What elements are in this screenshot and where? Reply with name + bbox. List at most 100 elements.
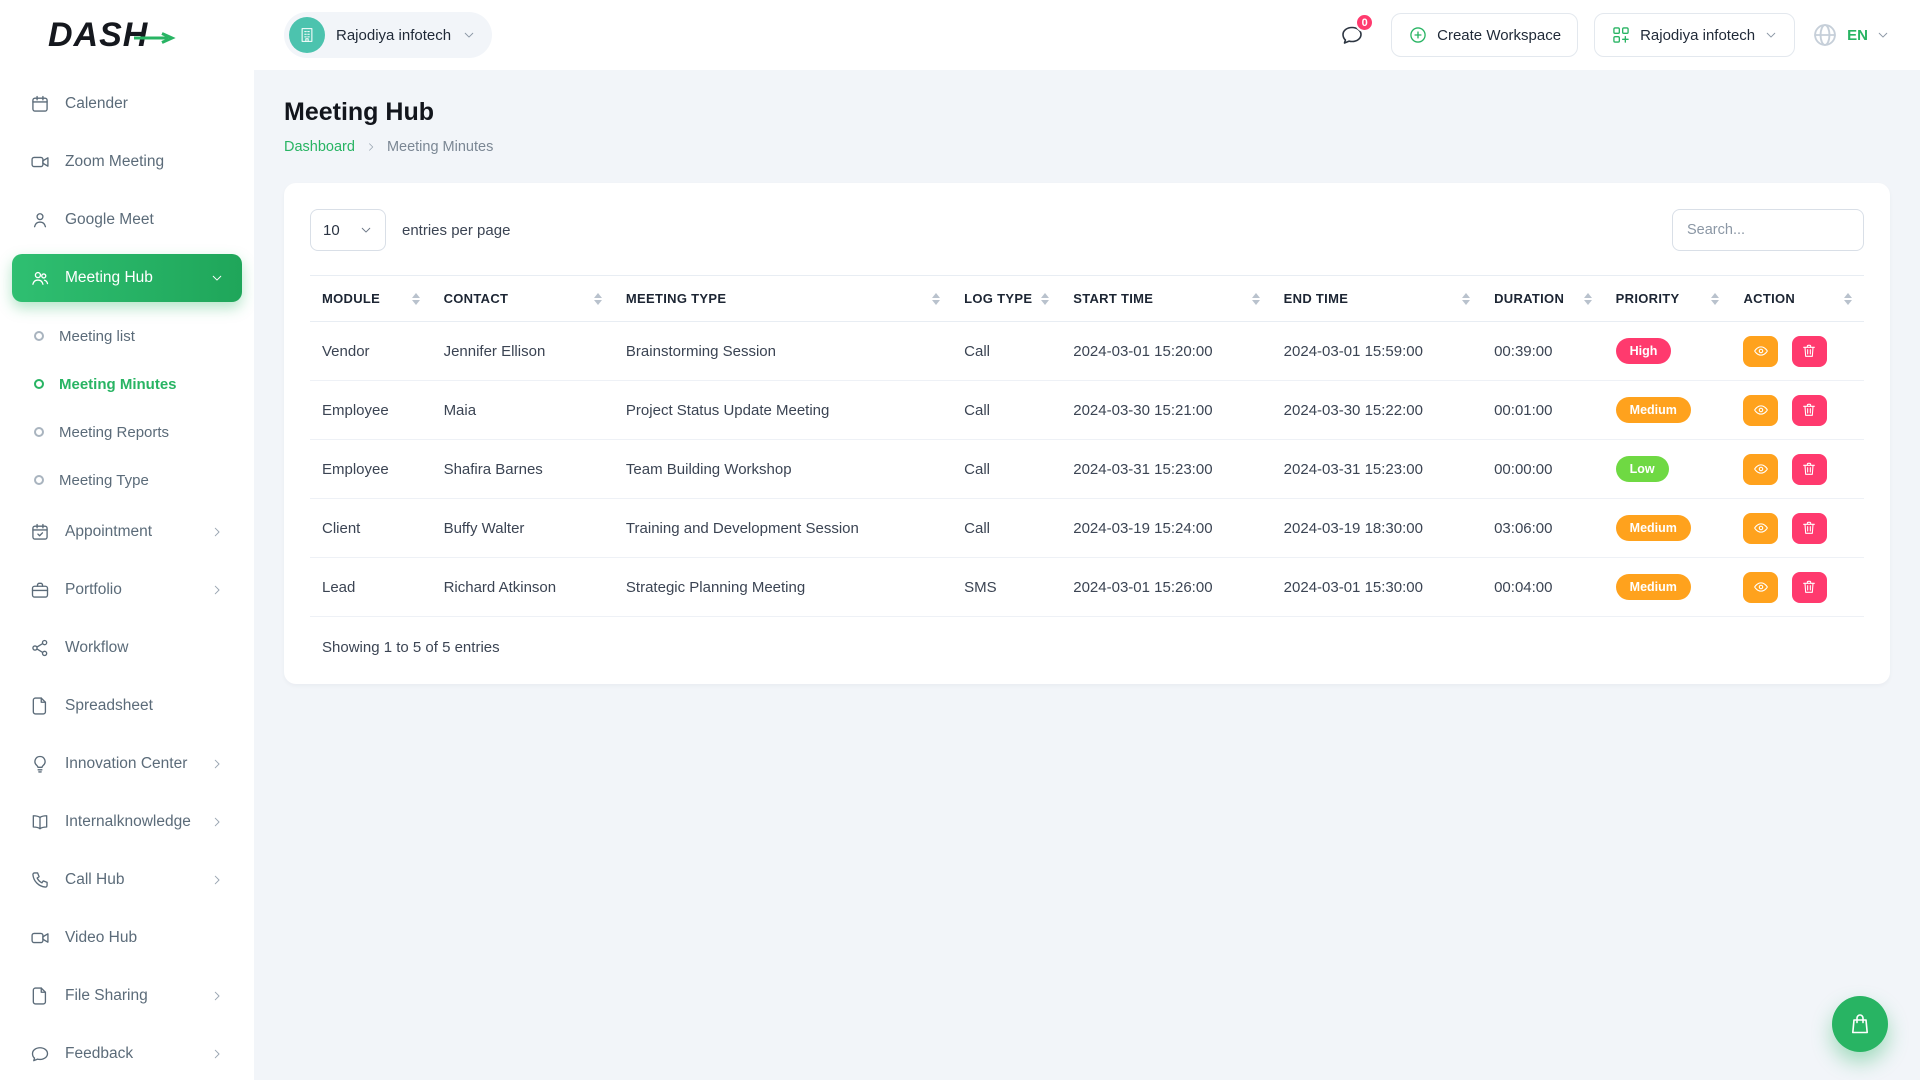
sidebar-item-spreadsheet[interactable]: Spreadsheet	[12, 682, 242, 730]
column-header-meeting-type[interactable]: MEETING TYPE	[614, 276, 952, 322]
column-header-action[interactable]: ACTION	[1731, 276, 1864, 322]
sidebar-item-meeting-type[interactable]: Meeting Type	[18, 456, 242, 504]
sidebar-item-portfolio[interactable]: Portfolio	[12, 566, 242, 614]
cell-actions	[1731, 558, 1864, 617]
cell-duration: 00:04:00	[1482, 558, 1604, 617]
cell-meeting-type: Strategic Planning Meeting	[614, 558, 952, 617]
sidebar: Calender Zoom Meeting Google Meet Meetin…	[0, 70, 254, 1080]
sidebar-item-appointment[interactable]: Appointment	[12, 508, 242, 556]
sidebar-item-calender[interactable]: Calender	[12, 80, 242, 128]
column-header-start-time[interactable]: START TIME	[1061, 276, 1271, 322]
logo-text: DASH	[48, 16, 148, 54]
sidebar-item-call-hub[interactable]: Call Hub	[12, 856, 242, 904]
view-button[interactable]	[1743, 395, 1778, 426]
sort-icons	[1844, 293, 1852, 305]
cell-module: Lead	[310, 558, 432, 617]
cell-log-type: SMS	[952, 558, 1061, 617]
calendar-check-icon	[30, 522, 50, 542]
sidebar-item-meeting-list[interactable]: Meeting list	[18, 312, 242, 360]
eye-icon	[1753, 461, 1769, 477]
cell-actions	[1731, 381, 1864, 440]
priority-badge: Medium	[1616, 574, 1691, 600]
sidebar-item-innovation-center[interactable]: Innovation Center	[12, 740, 242, 788]
sidebar-item-label: Google Meet	[65, 211, 154, 229]
video-camera-icon	[30, 928, 50, 948]
column-header-log-type[interactable]: LOG TYPE	[952, 276, 1061, 322]
sidebar-item-label: Internalknowledge	[65, 813, 191, 831]
sidebar-item-google-meet[interactable]: Google Meet	[12, 196, 242, 244]
view-button[interactable]	[1743, 572, 1778, 603]
column-header-end-time[interactable]: END TIME	[1272, 276, 1482, 322]
delete-button[interactable]	[1792, 572, 1827, 603]
calendar-icon	[30, 94, 50, 114]
table-row: Client Buffy Walter Training and Develop…	[310, 499, 1864, 558]
messages-count-badge: 0	[1355, 13, 1374, 32]
table-row: Employee Maia Project Status Update Meet…	[310, 381, 1864, 440]
sidebar-item-zoom-meeting[interactable]: Zoom Meeting	[12, 138, 242, 186]
sidebar-item-feedback[interactable]: Feedback	[12, 1030, 242, 1078]
eye-icon	[1753, 520, 1769, 536]
delete-button[interactable]	[1792, 454, 1827, 485]
sidebar-item-label: Calender	[65, 95, 128, 113]
breadcrumb-dashboard-link[interactable]: Dashboard	[284, 139, 355, 155]
sidebar-item-video-hub[interactable]: Video Hub	[12, 914, 242, 962]
globe-icon	[1811, 21, 1839, 49]
chat-icon	[30, 1044, 50, 1064]
sidebar-item-meeting-minutes[interactable]: Meeting Minutes	[18, 360, 242, 408]
sidebar-item-internalknowledge[interactable]: Internalknowledge	[12, 798, 242, 846]
company-menu-button[interactable]: Rajodiya infotech	[1594, 13, 1795, 57]
chevron-right-icon	[210, 583, 224, 597]
create-workspace-button[interactable]: Create Workspace	[1391, 13, 1578, 57]
sidebar-subitem-label: Meeting Minutes	[59, 376, 177, 393]
store-fab-button[interactable]	[1832, 996, 1888, 1052]
eye-icon	[1753, 343, 1769, 359]
cell-end-time: 2024-03-30 15:22:00	[1272, 381, 1482, 440]
dash-logo: DASH	[48, 16, 162, 55]
view-button[interactable]	[1743, 454, 1778, 485]
cell-meeting-type: Project Status Update Meeting	[614, 381, 952, 440]
document-icon	[30, 986, 50, 1006]
logo-arrow-icon	[134, 32, 178, 44]
data-table-wrap: MODULE CONTACT MEETING TYPE LOG TYPE STA…	[310, 275, 1864, 617]
company-menu-label: Rajodiya infotech	[1640, 27, 1755, 44]
sidebar-subitem-label: Meeting Type	[59, 472, 149, 489]
cell-priority: Medium	[1604, 558, 1732, 617]
delete-button[interactable]	[1792, 395, 1827, 426]
trash-icon	[1801, 343, 1817, 359]
book-icon	[30, 812, 50, 832]
sidebar-item-file-sharing[interactable]: File Sharing	[12, 972, 242, 1020]
column-header-contact[interactable]: CONTACT	[432, 276, 614, 322]
column-header-duration[interactable]: DURATION	[1482, 276, 1604, 322]
briefcase-icon	[30, 580, 50, 600]
language-selector[interactable]: EN	[1811, 21, 1890, 49]
sidebar-item-meeting-hub[interactable]: Meeting Hub	[12, 254, 242, 302]
view-button[interactable]	[1743, 336, 1778, 367]
cell-end-time: 2024-03-31 15:23:00	[1272, 440, 1482, 499]
messages-button[interactable]: 0	[1329, 12, 1375, 58]
workspace-switcher[interactable]: Rajodiya infotech	[284, 12, 492, 58]
chevron-right-icon	[210, 989, 224, 1003]
cell-start-time: 2024-03-30 15:21:00	[1061, 381, 1271, 440]
column-header-module[interactable]: MODULE	[310, 276, 432, 322]
view-button[interactable]	[1743, 513, 1778, 544]
cell-contact: Buffy Walter	[432, 499, 614, 558]
cell-meeting-type: Team Building Workshop	[614, 440, 952, 499]
plus-circle-icon	[1408, 25, 1428, 45]
building-icon	[298, 26, 316, 44]
sidebar-item-workflow[interactable]: Workflow	[12, 624, 242, 672]
cell-start-time: 2024-03-01 15:20:00	[1061, 322, 1271, 381]
workspace-grid-icon	[1611, 25, 1631, 45]
delete-button[interactable]	[1792, 336, 1827, 367]
entries-summary: Showing 1 to 5 of 5 entries	[310, 617, 1864, 676]
column-header-priority[interactable]: PRIORITY	[1604, 276, 1732, 322]
trash-icon	[1801, 402, 1817, 418]
logo-area[interactable]: DASH	[0, 16, 254, 55]
eye-icon	[1753, 402, 1769, 418]
cell-actions	[1731, 499, 1864, 558]
entries-per-page-select[interactable]: 10	[310, 209, 386, 251]
search-input[interactable]	[1672, 209, 1864, 251]
sidebar-item-meeting-reports[interactable]: Meeting Reports	[18, 408, 242, 456]
meeting-minutes-card: 10 entries per page MODULE CONTACT MEE	[284, 183, 1890, 684]
eye-icon	[1753, 579, 1769, 595]
delete-button[interactable]	[1792, 513, 1827, 544]
